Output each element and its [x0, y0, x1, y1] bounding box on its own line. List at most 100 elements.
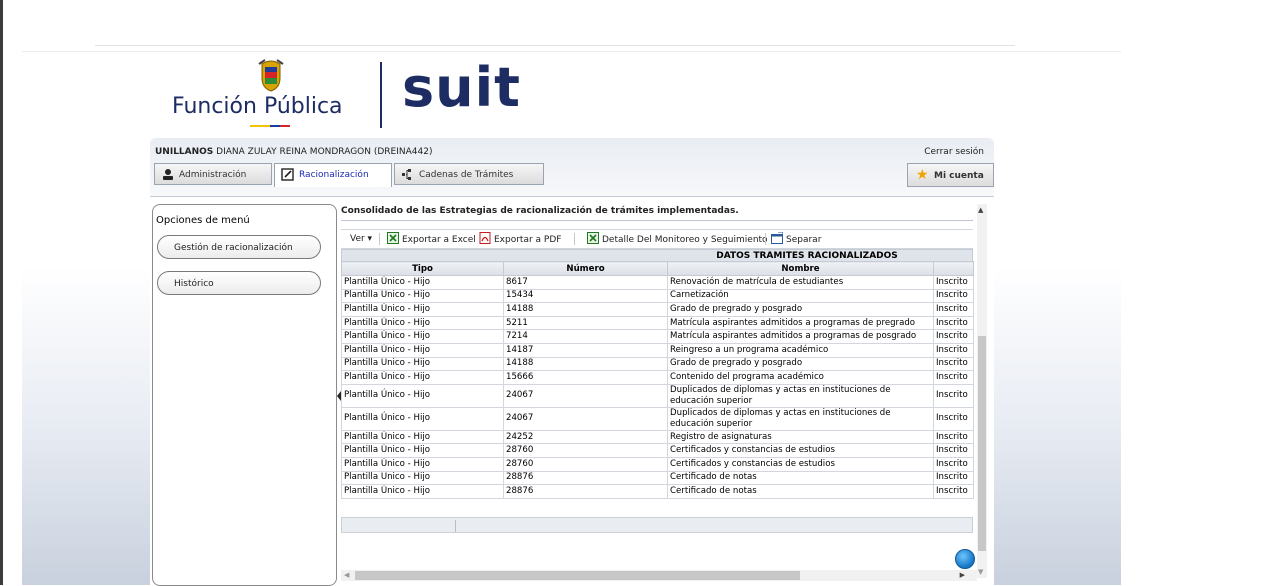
cell-nombre: Certificados y constancias de estudios	[667, 443, 934, 458]
grid-footer	[341, 517, 973, 533]
cell-numero: 28876	[503, 484, 668, 499]
grid-toolbar: Ver ▾ Exportar a Excel Exportar a PDF De…	[341, 229, 973, 249]
tab-cadenas-de-tramites[interactable]: Cadenas de Trámites	[394, 163, 544, 185]
cell-nombre: Duplicados de diplomas y actas en instit…	[667, 383, 934, 408]
header-logo: Función Pública suit	[172, 56, 532, 140]
cell-estado: Inscrito	[933, 302, 974, 317]
flag-bar	[250, 125, 290, 129]
view-menu-button[interactable]: Ver ▾	[350, 232, 372, 246]
cell-estado: Inscrito	[933, 443, 974, 458]
cell-estado: Inscrito	[933, 329, 974, 344]
table-row[interactable]: Plantilla Único - Hijo 28760 Certificados …	[341, 443, 974, 458]
table-row[interactable]: Plantilla Único - Hijo 15434 Carnetización…	[341, 288, 974, 304]
column-header-nombre[interactable]: Nombre	[667, 261, 934, 276]
cell-numero: 14188	[503, 302, 668, 317]
column-header-estado[interactable]	[933, 261, 974, 276]
monitoring-detail-button[interactable]: Detalle Del Monitoreo y Seguimiento	[587, 232, 768, 246]
tab-label: Racionalización	[299, 170, 369, 180]
table-row[interactable]: Plantilla Único - Hijo 28760 Certificados …	[341, 456, 974, 472]
vertical-scroll-thumb[interactable]	[978, 336, 986, 551]
window-left-border	[0, 0, 3, 585]
my-account-button[interactable]: ★ Mi cuenta	[907, 163, 994, 187]
scroll-right-icon[interactable]: ▶	[960, 570, 965, 581]
chain-icon	[402, 169, 411, 180]
horizontal-scroll-thumb[interactable]	[355, 571, 800, 580]
tab-administracion[interactable]: Administración	[154, 163, 272, 185]
logout-link[interactable]: Cerrar sesión	[924, 147, 984, 157]
table-row[interactable]: Plantilla Único - Hijo 14188 Grado de preg…	[341, 356, 974, 372]
cell-tipo: Plantilla Único - Hijo	[341, 315, 504, 331]
data-grid: DATOS TRAMITES RACIONALIZADOS Tipo Númer…	[341, 249, 974, 499]
table-row[interactable]: Plantilla Único - Hijo 28876 Certificado d…	[341, 484, 974, 499]
column-header-tipo[interactable]: Tipo	[341, 261, 504, 276]
logo-divider	[380, 62, 382, 128]
table-row[interactable]: Plantilla Único - Hijo 24067 Duplicados de…	[341, 383, 974, 408]
separate-window-button[interactable]: Separar	[771, 232, 821, 246]
cell-tipo: Plantilla Único - Hijo	[341, 329, 504, 344]
export-pdf-button[interactable]: Exportar a PDF	[479, 232, 561, 246]
cell-tipo: Plantilla Único - Hijo	[341, 342, 504, 358]
home-icon[interactable]	[955, 549, 975, 569]
table-row[interactable]: Plantilla Único - Hijo 8617 Renovación de …	[341, 275, 974, 290]
tab-label: Cadenas de Trámites	[419, 170, 514, 180]
column-header-numero[interactable]: Número	[503, 261, 668, 276]
scroll-up-icon[interactable]: ▲	[978, 206, 983, 214]
cell-nombre: Contenido del programa académico	[667, 370, 934, 385]
cell-tipo: Plantilla Único - Hijo	[341, 456, 504, 472]
sidebar-item-gestion-racionalizacion[interactable]: Gestión de racionalización	[157, 235, 321, 259]
cell-nombre: Renovación de matrícula de estudiantes	[667, 275, 934, 290]
cell-numero: 14188	[503, 356, 668, 372]
table-row[interactable]: Plantilla Único - Hijo 15666 Contenido del…	[341, 370, 974, 385]
cell-estado: Inscrito	[933, 470, 974, 486]
cell-nombre: Registro de asignaturas	[667, 429, 934, 445]
table-row[interactable]: Plantilla Único - Hijo 5211 Matrícula aspi…	[341, 315, 974, 331]
cell-nombre: Certificado de notas	[667, 470, 934, 486]
cell-nombre: Certificados y constancias de estudios	[667, 456, 934, 472]
cell-tipo: Plantilla Único - Hijo	[341, 275, 504, 290]
tab-racionalizacion[interactable]: Racionalización	[274, 163, 392, 187]
cell-nombre: Grado de pregrado y posgrado	[667, 302, 934, 317]
toolbar-separator	[574, 233, 575, 245]
horizontal-scrollbar[interactable]: ◀ ▶	[341, 570, 977, 581]
table-row[interactable]: Plantilla Único - Hijo 14187 Reingreso a u…	[341, 342, 974, 358]
export-excel-button[interactable]: Exportar a Excel	[387, 232, 476, 246]
sidebar-menu: Opciones de menú Gestión de racionalizac…	[152, 204, 337, 586]
cell-tipo: Plantilla Único - Hijo	[341, 302, 504, 317]
table-row[interactable]: Plantilla Único - Hijo 7214 Matrícula aspi…	[341, 329, 974, 344]
scroll-left-icon[interactable]: ◀	[344, 570, 349, 581]
grid-title: DATOS TRAMITES RACIONALIZADOS	[341, 249, 973, 261]
sidebar-item-historico[interactable]: Histórico	[157, 271, 321, 295]
table-row[interactable]: Plantilla Único - Hijo 28876 Certificado d…	[341, 470, 974, 486]
vertical-scrollbar[interactable]: ▲ ▼	[977, 204, 987, 578]
cell-numero: 28760	[503, 443, 668, 458]
table-row[interactable]: Plantilla Único - Hijo 14188 Grado de preg…	[341, 302, 974, 317]
pdf-icon	[479, 232, 491, 244]
cell-tipo: Plantilla Único - Hijo	[341, 356, 504, 372]
table-row[interactable]: Plantilla Único - Hijo 24067 Duplicados de…	[341, 406, 974, 431]
cell-numero: 15666	[503, 370, 668, 385]
cell-numero: 24067	[503, 383, 668, 408]
scroll-down-icon[interactable]: ▼	[978, 568, 983, 576]
user-entity: UNILLANOS	[155, 147, 214, 157]
cell-estado: Inscrito	[933, 288, 974, 304]
cell-nombre: Matrícula aspirantes admitidos a program…	[667, 315, 934, 331]
cell-numero: 14187	[503, 342, 668, 358]
page-title: Consolidado de las Estrategias de racion…	[341, 206, 739, 216]
cell-nombre: Duplicados de diplomas y actas en instit…	[667, 406, 934, 431]
toolbar-separator	[765, 233, 766, 245]
cell-estado: Inscrito	[933, 484, 974, 499]
cell-numero: 5211	[503, 315, 668, 331]
data-table: Tipo Número Nombre Plantilla Único - Hij…	[341, 261, 974, 499]
my-account-label: Mi cuenta	[934, 171, 984, 181]
table-body: Plantilla Único - Hijo 8617 Renovación de …	[341, 275, 974, 499]
content-area: Consolidado de las Estrategias de racion…	[341, 204, 986, 585]
cell-estado: Inscrito	[933, 383, 974, 408]
cell-numero: 24067	[503, 406, 668, 431]
table-row[interactable]: Plantilla Único - Hijo 24252 Registro de a…	[341, 429, 974, 445]
cell-estado: Inscrito	[933, 370, 974, 385]
export-excel-label: Exportar a Excel	[402, 235, 476, 245]
export-pdf-label: Exportar a PDF	[494, 235, 562, 245]
suit-wordmark: suit	[402, 56, 521, 119]
cell-nombre: Matrícula aspirantes admitidos a program…	[667, 329, 934, 344]
cell-numero: 15434	[503, 288, 668, 304]
